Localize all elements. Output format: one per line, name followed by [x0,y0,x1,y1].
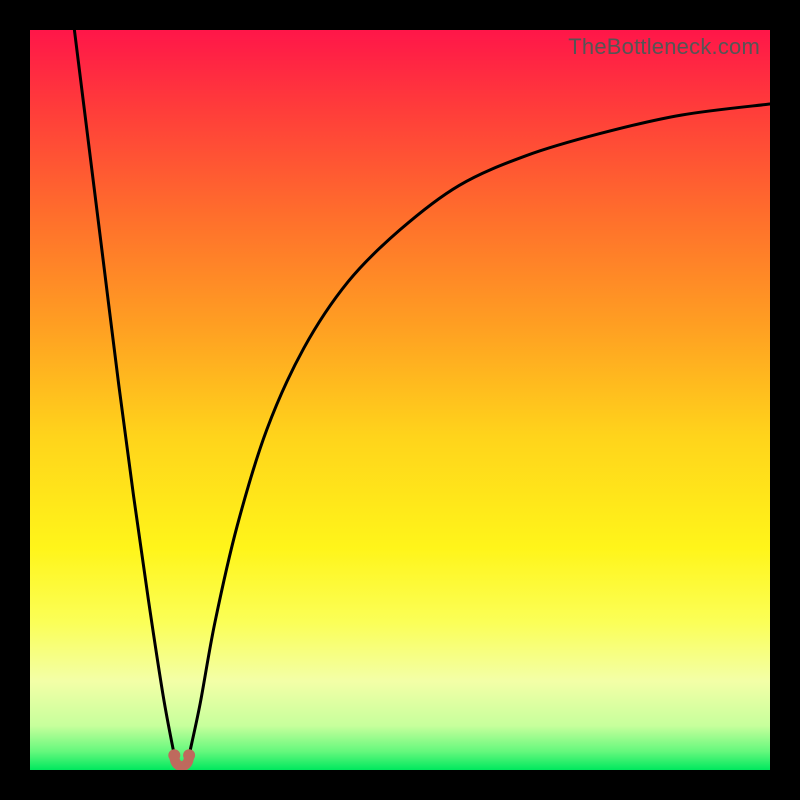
curve-right-branch [189,104,770,755]
curve-left-branch [74,30,174,755]
outer-black-frame: TheBottleneck.com [0,0,800,800]
watermark-text: TheBottleneck.com [568,34,760,60]
plot-area: TheBottleneck.com [30,30,770,770]
bottleneck-curve [30,30,770,770]
min-marker-left [168,749,180,761]
min-marker-right [183,749,195,761]
